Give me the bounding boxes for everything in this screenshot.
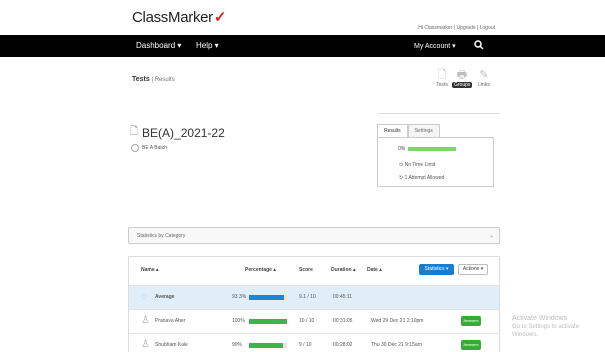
header-percentage[interactable]: Percentage ▴ (245, 267, 276, 273)
divider (378, 113, 500, 114)
row-duration: 00:45:11 (333, 294, 353, 300)
percentage-bar-fill (249, 319, 287, 324)
watermark-subtitle: Go to Settings to activate Windows. (512, 324, 580, 338)
row-score: 10 / 10 (299, 318, 315, 324)
attempts-label: 1 Attempt Allowed (404, 175, 445, 181)
percentage-bar (249, 319, 287, 324)
tab-results[interactable]: Results (377, 124, 408, 137)
classmarker-logo[interactable]: ClassMarker ✓ (132, 8, 227, 27)
answers-button[interactable]: Answers (461, 316, 481, 326)
percentage-bar-fill (249, 343, 284, 348)
pass-percent-value: 0% (398, 146, 406, 152)
user-icon: ♙ (141, 339, 150, 350)
row-score: 9.1 / 10 (299, 294, 316, 300)
breadcrumb-separator: | (151, 77, 154, 83)
breadcrumb: Tests | Results (132, 76, 175, 83)
document-icon: 🗋 (437, 69, 447, 81)
row-duration: 00:31:05 (333, 318, 353, 324)
test-group[interactable]: BE A Batch (131, 144, 167, 152)
link-icon: ✎ (479, 69, 489, 81)
groups-tool[interactable]: 🖶 Groups (452, 69, 472, 88)
row-duration: 00:28:02 (333, 342, 353, 348)
nav-my-account[interactable]: My Account ▾ (414, 42, 456, 50)
answers-button[interactable]: Answers (461, 340, 481, 350)
document-icon: 🗋 (130, 126, 139, 137)
row-percentage: 90% (232, 342, 243, 348)
percentage-bar (249, 295, 287, 300)
statistics-button[interactable]: Statistics ▾ (419, 264, 454, 275)
row-percentage: 100% (232, 318, 245, 324)
table-row-average: ◌ Average 93.3% 9.1 / 10 00:45:11 (129, 285, 499, 309)
table-row[interactable]: ♙ Pranava Aher 100% 10 / 10 00:31:05 Wed… (129, 309, 499, 333)
checkmark-logo-icon: ✓ (213, 9, 227, 26)
header-duration[interactable]: Duration ▴ (331, 267, 355, 273)
time-limit-option: ⊙ No Time Limit (399, 162, 435, 168)
printer-icon: 🖶 (456, 69, 468, 81)
group-name[interactable]: BE A Batch (142, 145, 167, 151)
links-tool[interactable]: ✎ Links (474, 69, 494, 88)
tool-label-links: Links (478, 82, 490, 88)
header-score[interactable]: Score (299, 267, 313, 273)
table-row[interactable]: ♙ Shubham Kale 90% 9 / 10 00:28:02 Thu 3… (129, 333, 499, 352)
breadcrumb-results: Results (154, 77, 175, 83)
statistics-by-category[interactable]: Statistics by Category ⌄ (128, 227, 500, 244)
chevron-down-icon[interactable]: ⌄ (489, 232, 494, 239)
test-settings-panel: 0% ⊙ No Time Limit ↻ 1 Attempt Allowed (377, 137, 494, 187)
group-icon (131, 144, 139, 152)
results-table: Name ▴ Percentage ▴ Score Duration ▴ Dat… (128, 256, 500, 352)
pass-percent-bar (408, 147, 457, 151)
row-score: 9 / 10 (299, 342, 312, 348)
brand-name: ClassMarker (132, 8, 213, 26)
group-avatar-icon: ◌ (141, 291, 147, 302)
tool-label-tests: Tests (436, 82, 448, 88)
nav-help[interactable]: Help ▾ (196, 41, 219, 50)
main-navbar: Dashboard ▾ Help ▾ My Account ▾ (0, 35, 605, 57)
row-name[interactable]: Shubham Kale (155, 342, 188, 348)
row-name: Average (155, 294, 175, 300)
tests-tool[interactable]: 🗋 Tests (432, 69, 452, 88)
test-title-text: BE(A)_2021-22 (142, 125, 225, 140)
percentage-bar-fill (249, 295, 285, 300)
statistics-by-category-label: Statistics by Category (137, 233, 186, 239)
header-date[interactable]: Date ▴ (367, 267, 382, 273)
test-title: 🗋 BE(A)_2021-22 (130, 124, 225, 141)
tab-settings[interactable]: Settings (407, 124, 440, 137)
row-date: Thu 30 Dec 21 9:15am (371, 342, 422, 348)
nav-dashboard[interactable]: Dashboard ▾ (136, 41, 181, 50)
refresh-icon: ↻ (399, 175, 404, 181)
pass-percentage: 0% (398, 146, 457, 152)
attempts-option: ↻ 1 Attempt Allowed (399, 175, 444, 181)
tool-label-groups: Groups (452, 82, 472, 88)
clock-icon: ⊙ (399, 162, 404, 168)
watermark-title: Activate Windows (512, 315, 568, 322)
activate-windows-watermark: Activate Windows Go to Settings to activ… (512, 315, 605, 339)
percentage-bar (249, 343, 287, 348)
account-links[interactable]: Hi Classmarker | Upgrade | Logout (418, 25, 495, 31)
row-name[interactable]: Pranava Aher (155, 318, 185, 324)
time-limit-label: No Time Limit (404, 162, 436, 168)
breadcrumb-tests[interactable]: Tests (132, 76, 150, 83)
user-icon: ♙ (141, 315, 150, 326)
row-percentage: 93.3% (232, 294, 247, 300)
results-tabs: Results Settings (377, 124, 440, 137)
search-icon[interactable] (474, 40, 484, 52)
actions-button[interactable]: Actions ▾ (458, 264, 488, 275)
header-name[interactable]: Name ▴ (141, 267, 159, 273)
row-date: Wed 29 Dec 21 2:10pm (371, 318, 424, 324)
